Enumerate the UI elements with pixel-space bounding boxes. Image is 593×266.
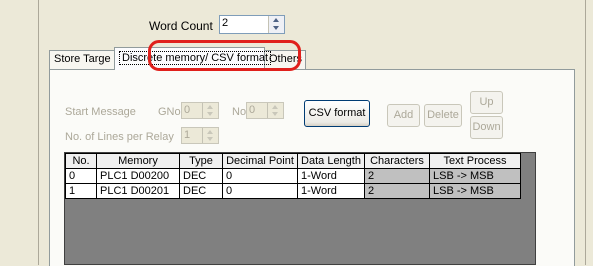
cell-memory[interactable]: PLC1 D00200 <box>96 168 180 184</box>
column-header-text-process[interactable]: Text Process <box>429 153 521 169</box>
lines-per-relay-spinner[interactable]: 1 <box>181 127 219 144</box>
spin-arrows-icon <box>267 103 283 118</box>
gno-value: 0 <box>184 104 191 116</box>
column-header-data-length[interactable]: Data Length <box>297 153 365 169</box>
tab-store-target[interactable]: Store Targe <box>49 50 115 69</box>
cell-data-length[interactable]: 1-Word <box>297 183 365 199</box>
cell-memory[interactable]: PLC1 D00201 <box>96 183 180 199</box>
word-count-label: Word Count <box>149 19 213 33</box>
gno-label: GNo <box>158 106 181 118</box>
no-value: 0 <box>249 104 256 116</box>
up-button[interactable]: Up <box>470 91 503 114</box>
cell-no[interactable]: 1 <box>65 183 97 199</box>
cell-text-process[interactable]: LSB -> MSB <box>429 183 521 199</box>
table-row[interactable]: 1 PLC1 D00201 DEC 0 1-Word 2 LSB -> MSB <box>65 183 521 199</box>
column-header-memory[interactable]: Memory <box>96 153 180 169</box>
table-header-row: No. Memory Type Decimal Point Data Lengt… <box>65 153 521 169</box>
no-label: No <box>232 106 247 118</box>
csv-format-button[interactable]: CSV format <box>304 100 370 127</box>
cell-decimal-point[interactable]: 0 <box>222 183 298 199</box>
spin-arrows-icon[interactable] <box>268 16 284 33</box>
column-header-decimal-point[interactable]: Decimal Point <box>222 153 298 169</box>
word-count-value: 2 <box>222 17 229 29</box>
cell-characters[interactable]: 2 <box>364 183 430 199</box>
tab-discrete-memory-csv-format[interactable]: Discrete memory/ CSV format <box>114 47 272 70</box>
column-header-type[interactable]: Type <box>179 153 223 169</box>
no-spinner[interactable]: 0 <box>246 102 284 119</box>
gno-spinner[interactable]: 0 <box>181 102 219 119</box>
lines-per-relay-label: No. of Lines per Relay <box>65 131 174 143</box>
cell-no[interactable]: 0 <box>65 168 97 184</box>
memory-table[interactable]: No. Memory Type Decimal Point Data Lengt… <box>64 152 536 265</box>
cell-data-length[interactable]: 1-Word <box>297 168 365 184</box>
cell-characters[interactable]: 2 <box>364 168 430 184</box>
cell-text-process[interactable]: LSB -> MSB <box>429 168 521 184</box>
lines-per-relay-value: 1 <box>184 129 191 141</box>
down-button[interactable]: Down <box>470 116 503 139</box>
start-message-label: Start Message <box>65 106 136 118</box>
spin-arrows-icon <box>202 103 218 118</box>
add-button[interactable]: Add <box>387 104 420 127</box>
cell-decimal-point[interactable]: 0 <box>222 168 298 184</box>
column-header-no[interactable]: No. <box>65 153 97 169</box>
spin-arrows-icon <box>202 128 218 143</box>
delete-button[interactable]: Delete <box>424 104 462 127</box>
table-row[interactable]: 0 PLC1 D00200 DEC 0 1-Word 2 LSB -> MSB <box>65 168 521 184</box>
column-header-characters[interactable]: Characters <box>364 153 430 169</box>
cell-type[interactable]: DEC <box>179 168 223 184</box>
cell-type[interactable]: DEC <box>179 183 223 199</box>
word-count-spinner[interactable]: 2 <box>219 15 285 34</box>
